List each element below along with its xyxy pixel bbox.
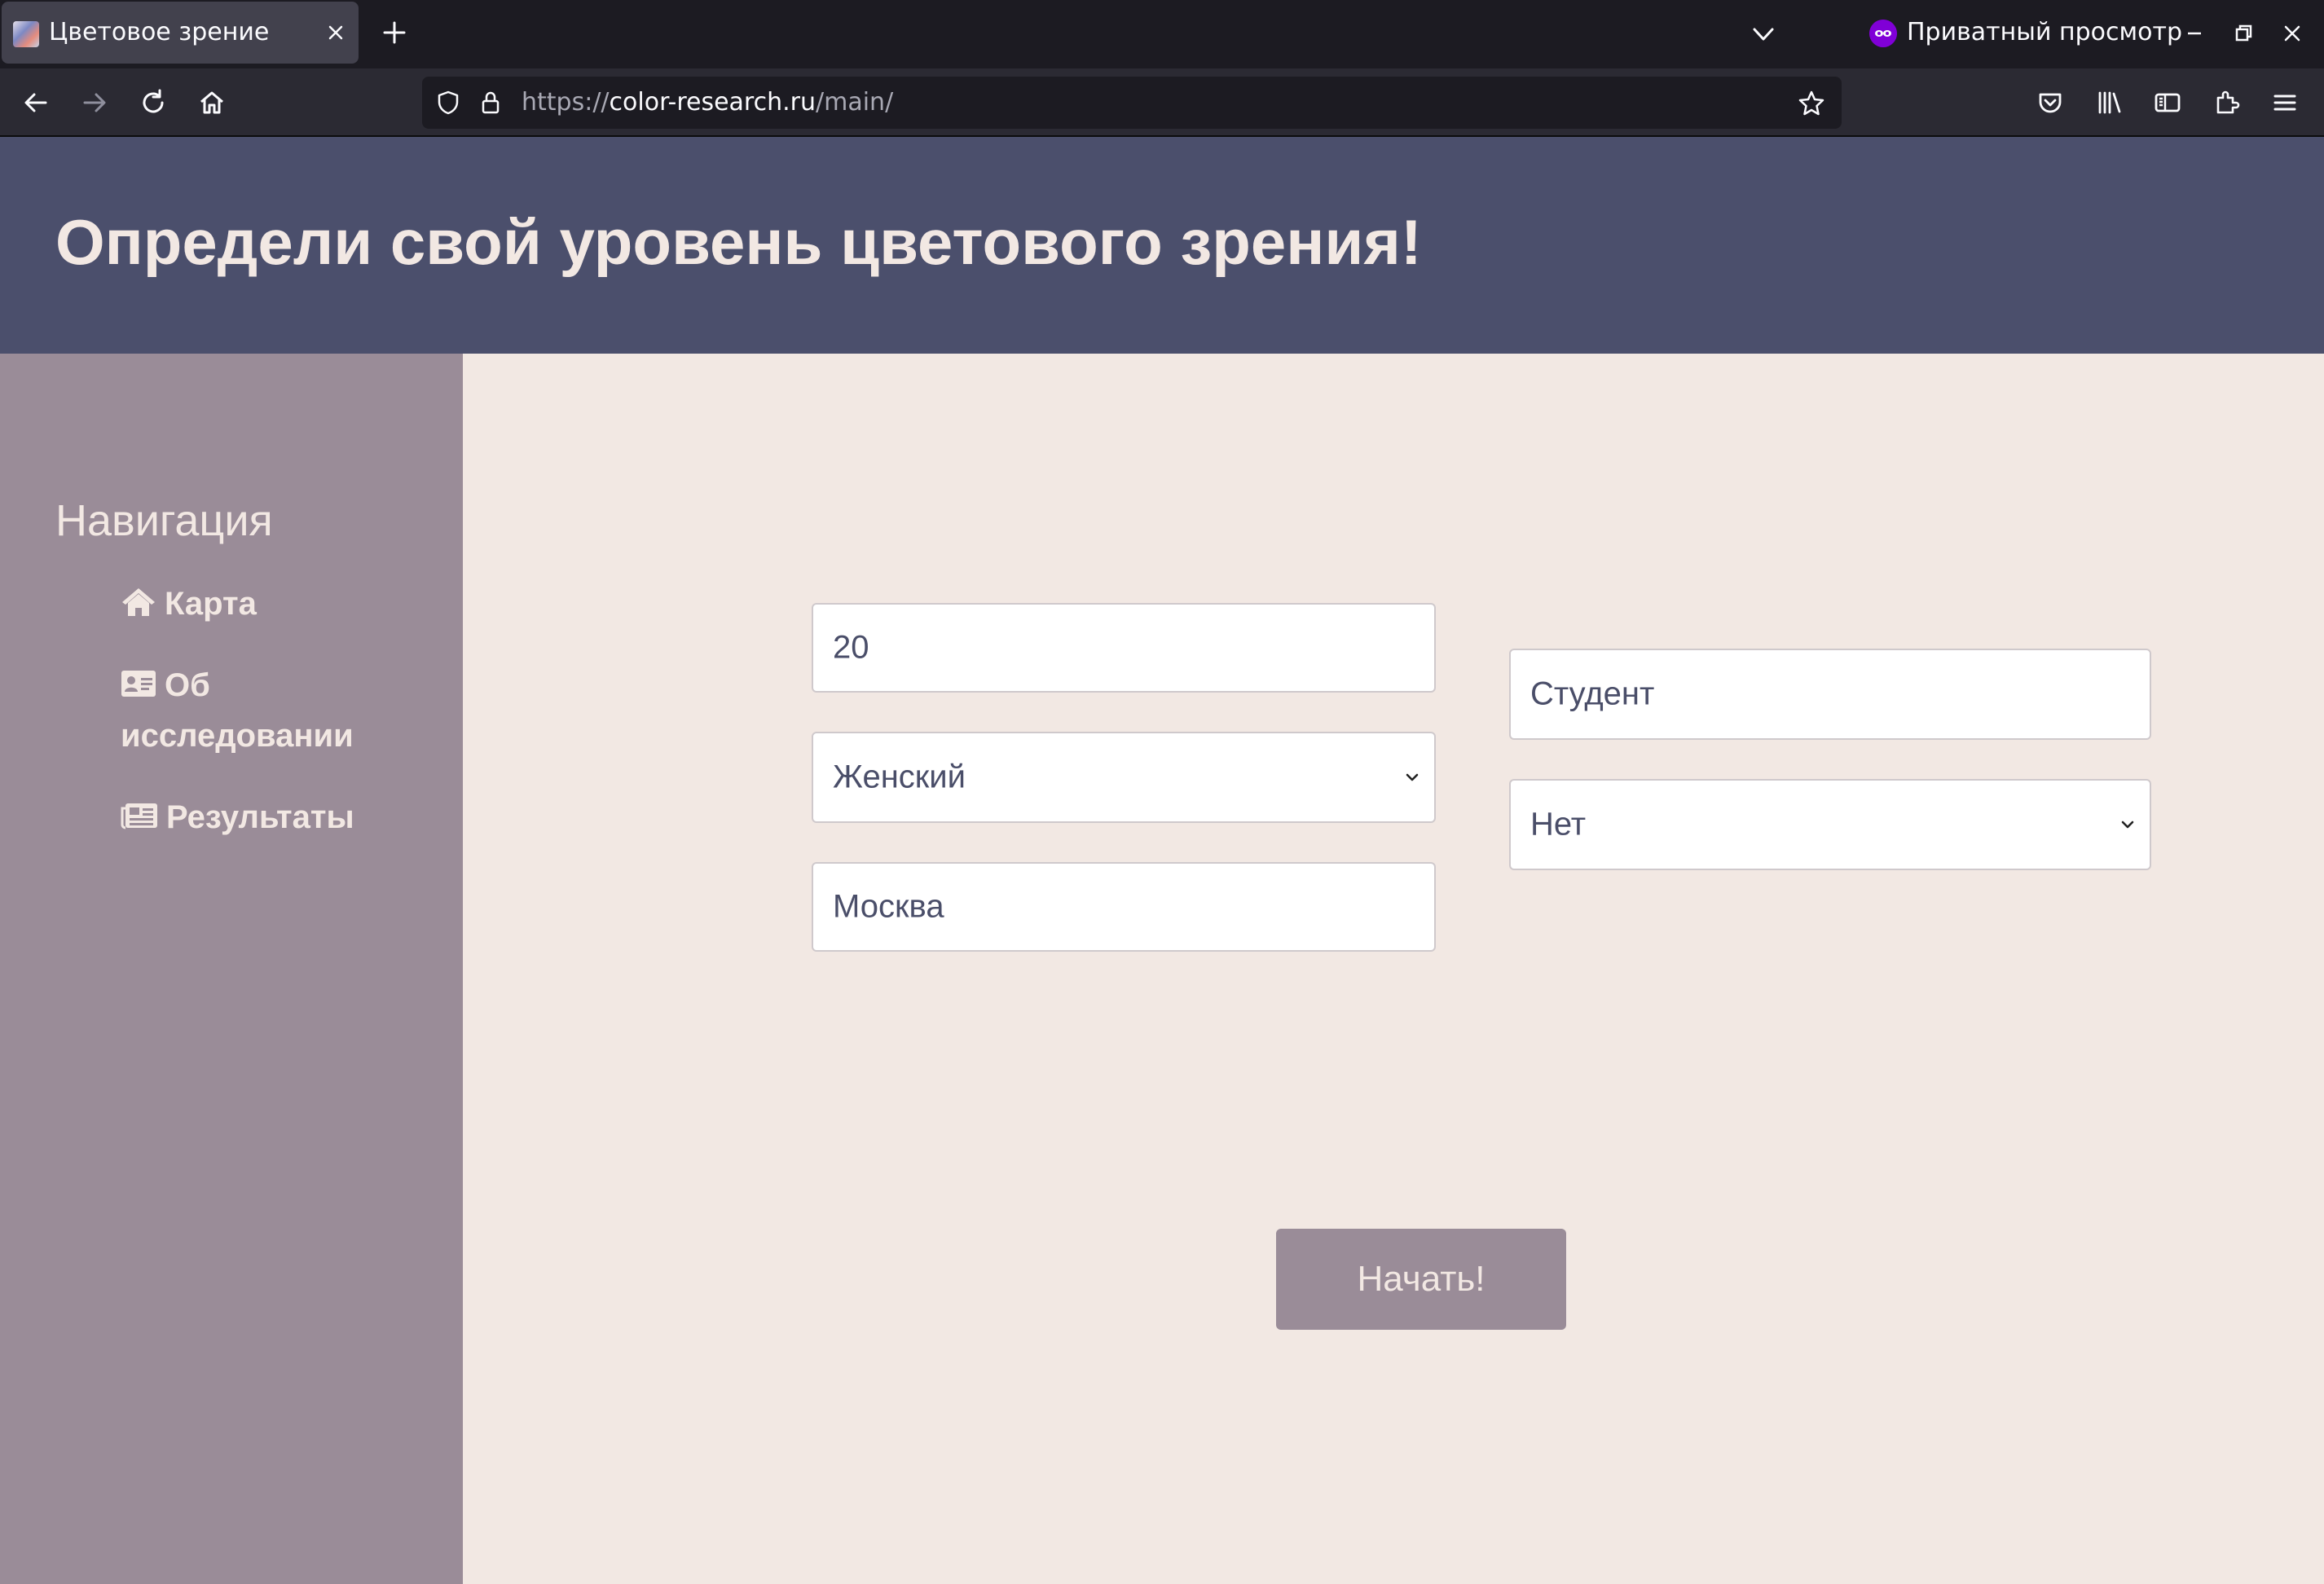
restore-icon[interactable] — [2229, 20, 2257, 47]
sidebar-item-results[interactable]: Результаты — [121, 792, 354, 843]
menu-icon[interactable] — [2269, 86, 2301, 119]
sidebar-item-label-line2: исследовании — [121, 718, 354, 754]
library-icon[interactable] — [2093, 86, 2125, 119]
reload-icon[interactable] — [137, 86, 169, 119]
occupation-input[interactable]: Студент — [1509, 649, 2151, 740]
pocket-icon[interactable] — [2034, 86, 2067, 119]
browser-toolbar: https://color-research.ru/main/ — [0, 68, 2324, 137]
chevron-down-icon[interactable] — [1749, 20, 1778, 49]
chevron-down-icon — [2121, 821, 2134, 829]
close-window-icon[interactable] — [2278, 20, 2306, 47]
back-icon[interactable] — [20, 86, 52, 119]
sidebar: Навигация Карта Об исследовании Результа… — [0, 354, 463, 1584]
home-icon — [122, 588, 155, 617]
occupation-value: Студент — [1530, 675, 1655, 712]
city-input[interactable]: Москва — [812, 862, 1436, 952]
close-tab-icon[interactable] — [321, 18, 350, 47]
age-value: 20 — [833, 629, 869, 666]
shield-icon[interactable] — [434, 88, 463, 117]
tab-title: Цветовое зрение — [49, 18, 270, 46]
answer-select[interactable]: Нет — [1509, 779, 2151, 870]
browser-tab[interactable]: Цветовое зрение — [2, 2, 359, 64]
sidebar-item-label: Карта — [165, 586, 257, 622]
extensions-icon[interactable] — [2210, 86, 2243, 119]
gender-value: Женский — [833, 759, 966, 795]
page-header: Определи свой уровень цветового зрения! — [0, 137, 2324, 354]
city-value: Москва — [833, 888, 944, 925]
gender-select[interactable]: Женский — [812, 732, 1436, 823]
url-text[interactable]: https://color-research.ru/main/ — [522, 88, 893, 117]
sidebar-item-map[interactable]: Карта — [121, 579, 257, 629]
sidebar-heading: Навигация — [55, 496, 273, 545]
url-scheme: https:// — [522, 88, 610, 117]
browser-tab-bar: Цветовое зрение Приватный просмотр — [0, 0, 2324, 68]
sidebar-item-label: Результаты — [166, 799, 354, 835]
sidebar-toggle-icon[interactable] — [2151, 86, 2184, 119]
home-icon[interactable] — [196, 86, 228, 119]
lock-icon[interactable] — [476, 88, 505, 117]
main-content: 20 Женский Москва Студент Нет Начать! — [463, 354, 2324, 1584]
sidebar-item-label: Об — [165, 667, 210, 703]
answer-value: Нет — [1530, 806, 1587, 843]
start-button[interactable]: Начать! — [1276, 1229, 1566, 1330]
page-title: Определи свой уровень цветового зрения! — [55, 206, 1422, 278]
url-bar[interactable]: https://color-research.ru/main/ — [422, 77, 1842, 129]
url-path: /main/ — [816, 88, 894, 117]
private-mask-icon — [1869, 20, 1897, 47]
sidebar-item-about[interactable]: Об исследовании — [121, 660, 354, 761]
favicon-icon — [13, 21, 39, 47]
chevron-down-icon — [1406, 773, 1419, 781]
newspaper-icon — [121, 803, 157, 829]
url-host: color-research.ru — [609, 88, 816, 117]
star-bookmark-icon[interactable] — [1796, 88, 1827, 119]
minimize-icon[interactable] — [2181, 20, 2208, 47]
new-tab-icon[interactable] — [378, 16, 411, 49]
private-browsing-label: Приватный просмотр — [1907, 18, 2182, 46]
forward-icon[interactable] — [78, 86, 111, 119]
age-input[interactable]: 20 — [812, 603, 1436, 693]
id-card-icon — [121, 671, 156, 697]
